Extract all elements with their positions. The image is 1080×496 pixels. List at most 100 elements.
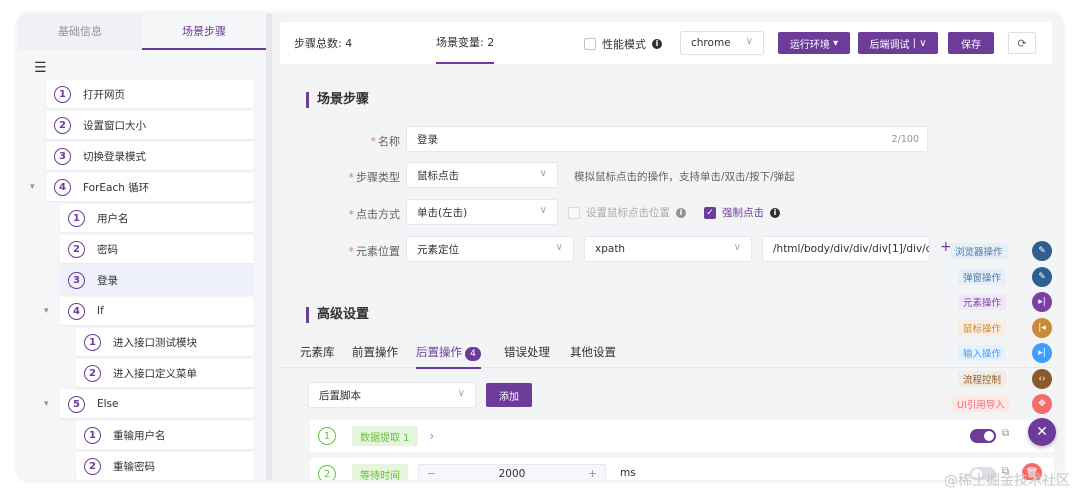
save-label: 保存: [961, 39, 981, 51]
locator-type-value: xpath: [595, 243, 626, 255]
float-label-element[interactable]: 元素操作: [958, 294, 1007, 310]
run-env-button[interactable]: 运行环境 ▾: [778, 32, 850, 54]
float-label-input[interactable]: 输入操作: [958, 345, 1007, 361]
perf-mode-group[interactable]: 性能模式 i: [584, 36, 662, 52]
name-value: 登录: [417, 133, 438, 146]
collapse-caret-icon[interactable]: ▾: [30, 182, 35, 192]
backend-debug-label: 后端调试: [869, 39, 910, 51]
force-click-group[interactable]: ✓ 强制点击 i: [704, 205, 780, 220]
float-label-flow[interactable]: 流程控制: [958, 371, 1007, 387]
scene-vars-tab[interactable]: 场景变量: 2: [436, 22, 495, 64]
post-op-row[interactable]: 1 数据提取 1 › ⧉: [310, 420, 1054, 452]
pencil-icon[interactable]: ✎: [1032, 267, 1052, 287]
step-item[interactable]: 2 设置窗口大小: [46, 111, 254, 139]
play-next-icon[interactable]: ▸|: [1032, 343, 1052, 363]
step-back-icon[interactable]: |◂: [1032, 318, 1052, 338]
wait-time-stepper[interactable]: − 2000 +: [418, 464, 606, 480]
step-item[interactable]: 1 用户名: [60, 204, 254, 232]
chevron-down-icon: ∨: [745, 36, 753, 47]
click-mode-select[interactable]: 单击(左击) ∨: [406, 199, 558, 225]
element-locate-value: 元素定位: [417, 243, 459, 256]
step-item[interactable]: 3 切换登录模式: [46, 142, 254, 170]
step-number: 1: [68, 209, 85, 227]
step-label: 切换登录模式: [83, 150, 146, 163]
save-button[interactable]: 保存: [948, 32, 994, 54]
xpath-input[interactable]: /html/body/div/div/div[1]/div/di: [762, 236, 930, 262]
enable-toggle[interactable]: [970, 429, 996, 443]
row-tag: 等待时间: [352, 464, 408, 480]
step-item[interactable]: 5 Else: [60, 390, 254, 418]
step-item[interactable]: 2 密码: [60, 235, 254, 263]
copy-icon[interactable]: ⧉: [1002, 428, 1009, 439]
set-click-pos-group[interactable]: 设置鼠标点击位置 i: [568, 205, 686, 220]
step-item[interactable]: 1 打开网页: [46, 80, 254, 108]
caret-down-icon: ▾: [833, 37, 839, 49]
float-label-ui-import[interactable]: UI引用导入: [952, 396, 1010, 412]
tab-error-handling[interactable]: 错误处理: [504, 344, 550, 360]
play-next-icon[interactable]: ▸|: [1032, 292, 1052, 312]
name-label: * 名称: [370, 135, 401, 148]
step-item[interactable]: 2 进入接口定义菜单: [76, 359, 254, 387]
tab-pre-operation[interactable]: 前置操作: [352, 344, 398, 360]
chevron-down-icon: ∨: [733, 242, 741, 253]
tab-basic-info[interactable]: 基础信息: [18, 14, 142, 50]
minus-icon[interactable]: −: [427, 468, 436, 480]
step-number: 2: [68, 240, 85, 258]
row-number: 2: [318, 465, 336, 480]
step-item[interactable]: 2 重输密码: [76, 452, 254, 480]
step-type-select[interactable]: 鼠标点击 ∨: [406, 162, 558, 188]
name-input[interactable]: 登录 2/100: [406, 126, 928, 152]
float-label-mouse[interactable]: 鼠标操作: [958, 320, 1007, 336]
wait-time-value: 2000: [498, 468, 526, 480]
tab-element-library[interactable]: 元素库: [300, 344, 335, 360]
tab-other-settings[interactable]: 其他设置: [570, 344, 616, 360]
post-script-select[interactable]: 后置脚本 ∨: [308, 382, 476, 408]
add-button[interactable]: 添加: [486, 383, 532, 407]
plus-icon[interactable]: +: [588, 468, 597, 480]
code-icon[interactable]: ‹›: [1032, 369, 1052, 389]
step-item[interactable]: 1 重输用户名: [76, 421, 254, 449]
chevron-right-icon[interactable]: ›: [430, 429, 435, 443]
step-label: 登录: [97, 274, 118, 287]
backend-debug-button[interactable]: 后端调试 | ∨: [858, 32, 938, 54]
watermark: @稀土掘金技术社区: [944, 473, 1070, 489]
step-type-value: 鼠标点击: [417, 169, 459, 182]
step-label: ForEach 循环: [83, 181, 150, 194]
top-toolbar: 步骤总数: 4 场景变量: 2 性能模式 i chrome ∨ 运行环境 ▾ 后…: [280, 22, 1052, 64]
step-label: 重输密码: [113, 460, 155, 473]
menu-icon[interactable]: ☰: [34, 60, 47, 76]
tab-scene-steps[interactable]: 场景步骤: [142, 14, 266, 50]
chevron-down-icon: ∨: [539, 205, 547, 216]
step-item[interactable]: 4 If: [60, 297, 254, 325]
info-icon: i: [770, 207, 780, 218]
step-number: 1: [84, 426, 101, 444]
tab-post-operation[interactable]: 后置操作 4: [416, 344, 481, 369]
row-number: 1: [318, 427, 336, 445]
set-click-pos-checkbox[interactable]: [568, 206, 580, 219]
step-item[interactable]: 1 进入接口测试模块: [76, 328, 254, 356]
force-click-checkbox[interactable]: ✓: [704, 206, 716, 219]
app-frame: 基础信息 场景步骤 ☰ 1 打开网页 2 设置窗口大小 3 切换登录模式 ▾ 4…: [18, 14, 1062, 480]
collapse-caret-icon[interactable]: ▾: [44, 399, 49, 409]
info-icon: i: [652, 39, 662, 49]
refresh-button[interactable]: ⟳: [1008, 32, 1036, 54]
step-total-tab[interactable]: 步骤总数: 4: [294, 22, 352, 64]
chevron-down-icon: ∨: [457, 388, 465, 399]
locator-type-select[interactable]: xpath ∨: [584, 236, 752, 262]
collapse-caret-icon[interactable]: ▾: [44, 306, 49, 316]
float-label-popup[interactable]: 弹窗操作: [958, 269, 1007, 285]
pencil-icon[interactable]: ✎: [1032, 241, 1052, 261]
move-icon[interactable]: ✥: [1032, 394, 1052, 414]
step-number: 2: [84, 457, 101, 475]
post-op-row[interactable]: 2 等待时间 − 2000 + ms ⧉ 🗑: [310, 458, 1054, 480]
step-total-text: 步骤总数: 4: [294, 37, 353, 50]
element-locate-select[interactable]: 元素定位 ∨: [406, 236, 574, 262]
step-item-selected[interactable]: 3 登录: [60, 266, 254, 294]
float-label-browser[interactable]: 浏览器操作: [950, 243, 1008, 259]
browser-select[interactable]: chrome ∨: [680, 31, 764, 55]
step-item[interactable]: 4 ForEach 循环: [46, 173, 254, 201]
perf-mode-checkbox[interactable]: [584, 38, 596, 50]
step-type-label: * 步骤类型: [348, 171, 401, 184]
right-panel: 步骤总数: 4 场景变量: 2 性能模式 i chrome ∨ 运行环境 ▾ 后…: [272, 14, 1062, 480]
close-fab-icon[interactable]: ✕: [1028, 418, 1056, 446]
